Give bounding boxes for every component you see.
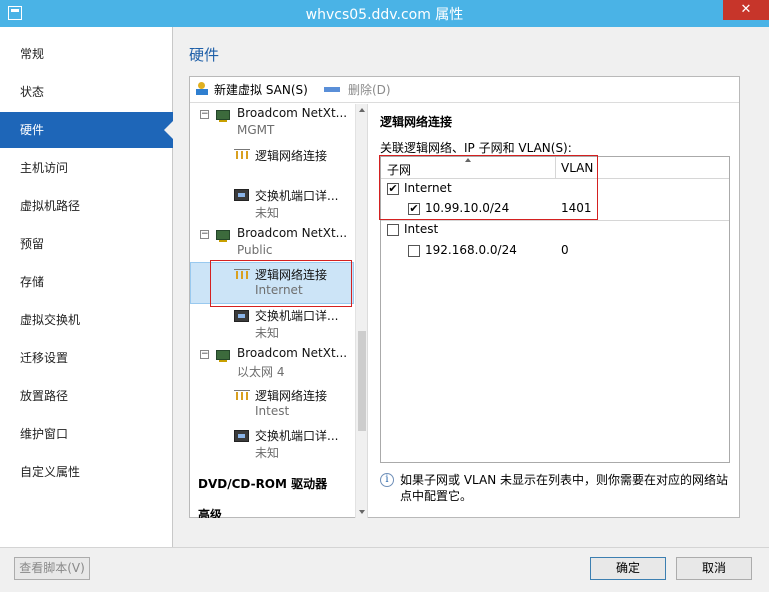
nav-item-custom-properties[interactable]: 自定义属性 xyxy=(0,454,173,490)
nav-item-virtual-switches[interactable]: 虚拟交换机 xyxy=(0,302,173,338)
adapter-3-switch-label[interactable]: 交换机端口详... xyxy=(255,427,338,444)
hardware-toolbar: 新建虚拟 SAN(S) 删除(D) xyxy=(190,77,739,103)
logical-network-icon xyxy=(234,387,250,401)
switch-port-icon xyxy=(234,430,249,442)
adapter-1-switch-sub: 未知 xyxy=(255,206,280,220)
subnet-grid: 子网 VLAN ✔ Internet ✔ 10.99.10.0/24 1401 … xyxy=(379,155,730,463)
nav-item-status[interactable]: 状态 xyxy=(0,74,173,110)
hardware-panel: 新建虚拟 SAN(S) 删除(D) − Broadcom NetXt... MG… xyxy=(189,76,740,518)
info-icon: i xyxy=(380,473,394,487)
new-virtual-san-button[interactable]: 新建虚拟 SAN(S) xyxy=(196,81,308,99)
adapter-1-sub: MGMT xyxy=(237,123,275,137)
detail-pane: 逻辑网络连接 关联逻辑网络、IP 子网和 VLAN(S): 子网 VLAN ✔ … xyxy=(379,104,739,518)
dialog-footer: 查看脚本(V) 确定 取消 xyxy=(0,547,769,592)
nav-item-vm-paths[interactable]: 虚拟机路径 xyxy=(0,188,173,224)
nav-item-migration[interactable]: 迁移设置 xyxy=(0,340,173,376)
tree-scrollbar[interactable] xyxy=(355,104,367,518)
scroll-thumb[interactable] xyxy=(358,331,366,431)
delete-label: 删除(D) xyxy=(348,83,391,97)
cancel-button[interactable]: 取消 xyxy=(676,557,752,580)
adapter-3-logical-label[interactable]: 逻辑网络连接 xyxy=(255,387,327,404)
nav-item-hardware[interactable]: 硬件 xyxy=(0,112,174,148)
adapter-3-switch-sub: 未知 xyxy=(255,446,280,460)
new-virtual-san-label: 新建虚拟 SAN(S) xyxy=(214,83,308,97)
network-adapter-icon xyxy=(216,350,230,362)
subnet-row: 192.168.0.0/24 0 xyxy=(381,241,729,261)
adapter-2-switch-sub: 未知 xyxy=(255,326,280,340)
adapter-2-switch-label[interactable]: 交换机端口详... xyxy=(255,307,338,324)
subnet-value: 192.168.0.0/24 xyxy=(425,243,517,257)
adapter-2-sub: Public xyxy=(237,243,273,257)
tree-collapse-toggle[interactable]: − xyxy=(200,350,209,359)
scroll-down-icon[interactable] xyxy=(359,510,365,514)
san-icon xyxy=(196,82,208,96)
highlight-box xyxy=(379,155,598,220)
adapter-1-logical-label[interactable]: 逻辑网络连接 xyxy=(255,147,327,164)
adapter-1-switch-label[interactable]: 交换机端口详... xyxy=(255,187,338,204)
close-icon: ✕ xyxy=(740,2,752,17)
nav-item-maintenance[interactable]: 维护窗口 xyxy=(0,416,173,452)
delete-button[interactable]: 删除(D) xyxy=(324,81,391,99)
subnet-checkbox[interactable] xyxy=(408,245,420,257)
info-text: 如果子网或 VLAN 未显示在列表中，则你需要在对应的网络站点中配置它。 xyxy=(400,473,728,503)
network-name: Intest xyxy=(404,222,439,236)
nav-item-general[interactable]: 常规 xyxy=(0,36,173,72)
delete-icon xyxy=(324,87,340,92)
adapter-1-name[interactable]: Broadcom NetXt... xyxy=(237,106,347,120)
ok-button[interactable]: 确定 xyxy=(590,557,666,580)
main-content: 硬件 新建虚拟 SAN(S) 删除(D) − Broadcom NetXt...… xyxy=(174,27,769,547)
detail-subtitle: 关联逻辑网络、IP 子网和 VLAN(S): xyxy=(380,141,572,155)
highlight-box xyxy=(210,260,352,307)
tree-group-advanced[interactable]: 高级 xyxy=(198,506,222,518)
nav-item-storage[interactable]: 存储 xyxy=(0,264,173,300)
adapter-3-logical-sub: Intest xyxy=(255,404,290,418)
hardware-tree: − Broadcom NetXt... MGMT 逻辑网络连接 交换机端口详..… xyxy=(190,104,368,518)
switch-port-icon xyxy=(234,189,249,201)
detail-title: 逻辑网络连接 xyxy=(380,115,453,129)
logical-network-icon xyxy=(234,146,250,160)
tree-collapse-toggle[interactable]: − xyxy=(200,110,209,119)
network-adapter-icon xyxy=(216,110,230,122)
view-script-button[interactable]: 查看脚本(V) xyxy=(14,557,90,580)
network-adapter-icon xyxy=(216,230,230,242)
scroll-up-icon[interactable] xyxy=(359,108,365,112)
close-button[interactable]: ✕ xyxy=(723,0,769,20)
network-row-intest: Intest xyxy=(381,220,729,240)
tree-group-dvd[interactable]: DVD/CD-ROM 驱动器 xyxy=(198,475,327,492)
window-title: whvcs05.ddv.com 属性 xyxy=(305,7,464,23)
vlan-value: 0 xyxy=(561,243,569,257)
switch-port-icon xyxy=(234,310,249,322)
network-checkbox-intest[interactable] xyxy=(387,224,399,236)
nav-item-placement-paths[interactable]: 放置路径 xyxy=(0,378,173,414)
adapter-3-sub: 以太网 4 xyxy=(237,365,285,379)
adapter-3-name[interactable]: Broadcom NetXt... xyxy=(237,346,347,360)
page-title: 硬件 xyxy=(189,46,220,64)
adapter-2-name[interactable]: Broadcom NetXt... xyxy=(237,226,347,240)
nav-item-host-access[interactable]: 主机访问 xyxy=(0,150,173,186)
tree-collapse-toggle[interactable]: − xyxy=(200,230,209,239)
title-bar: whvcs05.ddv.com 属性 ✕ xyxy=(0,0,769,27)
sidebar-nav: 常规 状态 硬件 主机访问 虚拟机路径 预留 存储 虚拟交换机 迁移设置 放置路… xyxy=(0,27,174,547)
nav-item-reserve[interactable]: 预留 xyxy=(0,226,173,262)
